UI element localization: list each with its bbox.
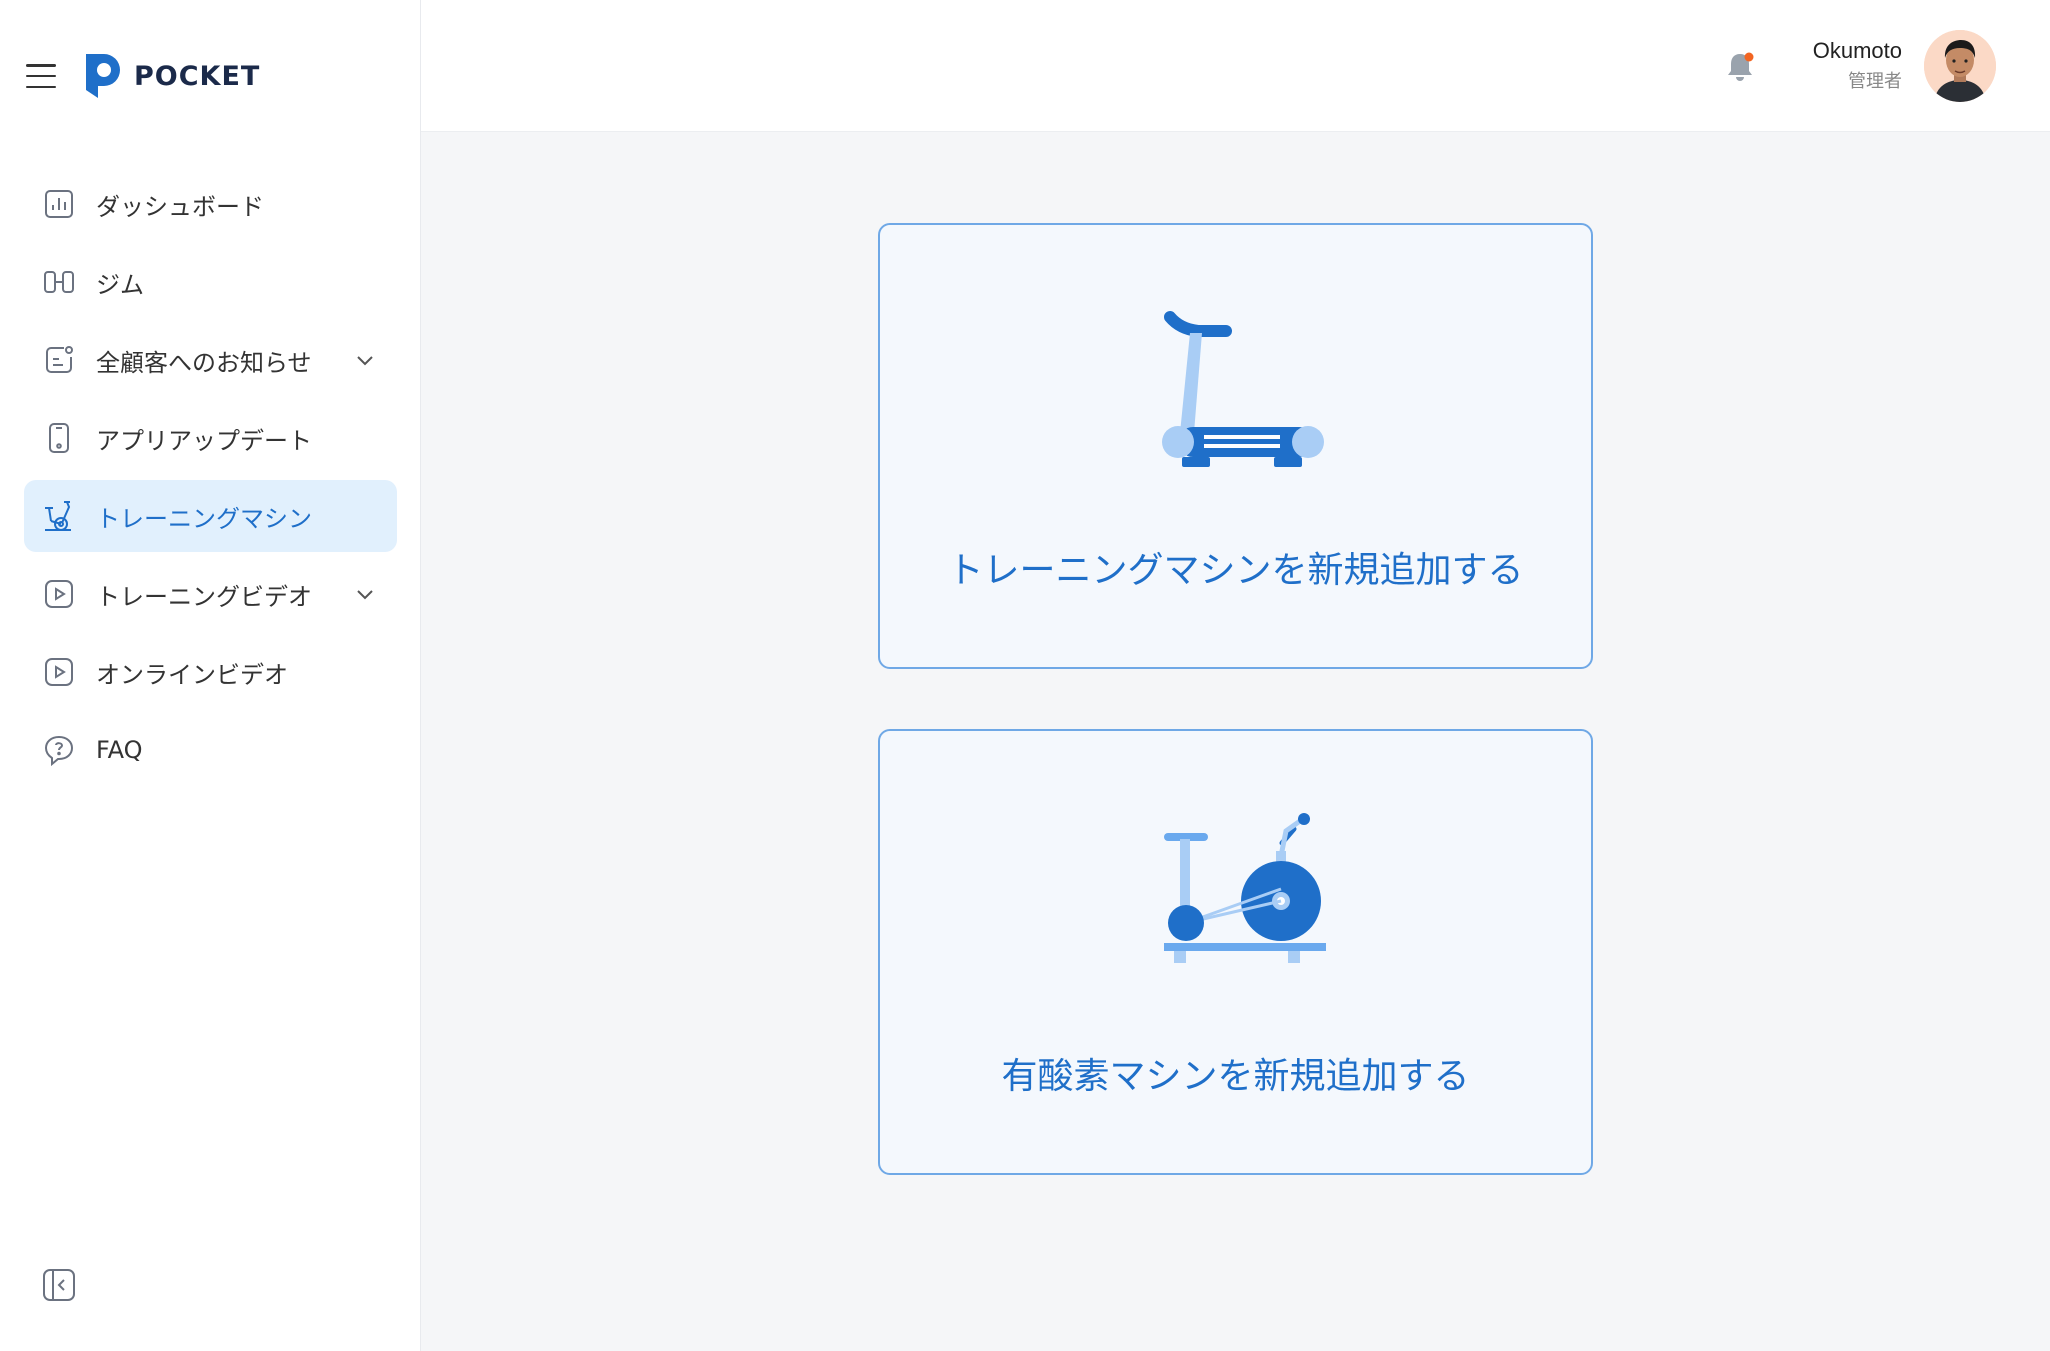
sidebar-item-label: FAQ [96,736,143,764]
brand-bar: POCKET [26,46,260,106]
sidebar: POCKET ダッシュボード ジム 全顧客へのお知らせ アプリアップデート トレ… [0,0,421,1351]
logo-text: POCKET [134,60,261,92]
menu-icon[interactable] [26,64,56,88]
sidebar-item-online-video[interactable]: オンラインビデオ [24,636,397,708]
pocket-logo-icon [86,54,120,98]
sidebar-nav: ダッシュボード ジム 全顧客へのお知らせ アプリアップデート トレーニングマシン… [24,168,397,792]
chevron-down-icon[interactable] [353,582,377,606]
sidebar-item-gym[interactable]: ジム [24,246,397,318]
avatar[interactable] [1924,30,1996,102]
sidebar-item-label: ダッシュボード [96,192,264,221]
faq-icon [42,733,76,767]
user-info[interactable]: Okumoto 管理者 [1813,36,1902,94]
user-name: Okumoto [1812,38,1902,63]
gym-icon [42,265,76,299]
bell-icon[interactable] [1721,48,1759,86]
logo[interactable]: POCKET [82,50,260,102]
exercise-bike-icon [42,499,76,533]
sidebar-item-app-update[interactable]: アプリアップデート [24,402,397,474]
chevron-down-icon[interactable] [353,348,377,372]
sidebar-item-label: トレーニングビデオ [96,582,312,611]
card-label: トレーニングマシンを新規追加する [947,550,1524,591]
exercise-bike-icon [1146,811,1326,981]
sidebar-item-training-video[interactable]: トレーニングビデオ [24,558,397,630]
sidebar-item-training-machine[interactable]: トレーニングマシン [24,480,397,552]
announcement-icon [42,343,76,377]
top-header: Okumoto 管理者 [421,0,2050,132]
card-label: 有酸素マシンを新規追加する [1001,1056,1470,1097]
treadmill-icon [1146,307,1326,477]
add-cardio-machine-card[interactable]: 有酸素マシンを新規追加する [878,729,1593,1175]
add-training-machine-card[interactable]: トレーニングマシンを新規追加する [878,223,1593,669]
collapse-sidebar-icon[interactable] [42,1268,76,1302]
video-icon [42,577,76,611]
phone-icon [42,421,76,455]
sidebar-item-label: オンラインビデオ [96,660,288,689]
sidebar-item-label: トレーニングマシン [96,504,312,533]
sidebar-item-announcements[interactable]: 全顧客へのお知らせ [24,324,397,396]
chart-icon [42,187,76,221]
sidebar-item-dashboard[interactable]: ダッシュボード [24,168,397,240]
sidebar-item-label: 全顧客へのお知らせ [96,348,312,377]
sidebar-item-label: アプリアップデート [96,426,312,455]
user-role: 管理者 [1848,71,1902,92]
sidebar-item-label: ジム [96,270,144,299]
sidebar-item-faq[interactable]: FAQ [24,714,397,786]
video-icon [42,655,76,689]
